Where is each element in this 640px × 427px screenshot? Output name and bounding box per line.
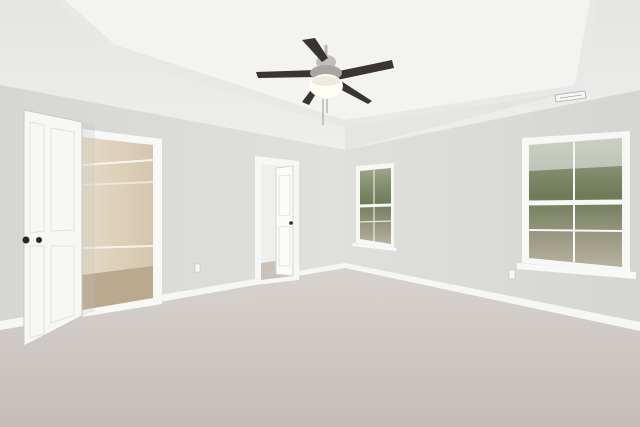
hallway-door[interactable] [275,165,294,277]
open-bedroom-door[interactable] [23,109,83,347]
empty-bedroom-scene [0,0,640,427]
door-shadow [82,122,95,316]
room-photo [0,0,640,427]
wall-outlet-icon [194,263,201,273]
hallway-door-knob-icon[interactable] [289,221,293,225]
back-window [352,163,397,251]
right-window [517,131,636,279]
wall-outlet-icon-right [508,269,516,280]
